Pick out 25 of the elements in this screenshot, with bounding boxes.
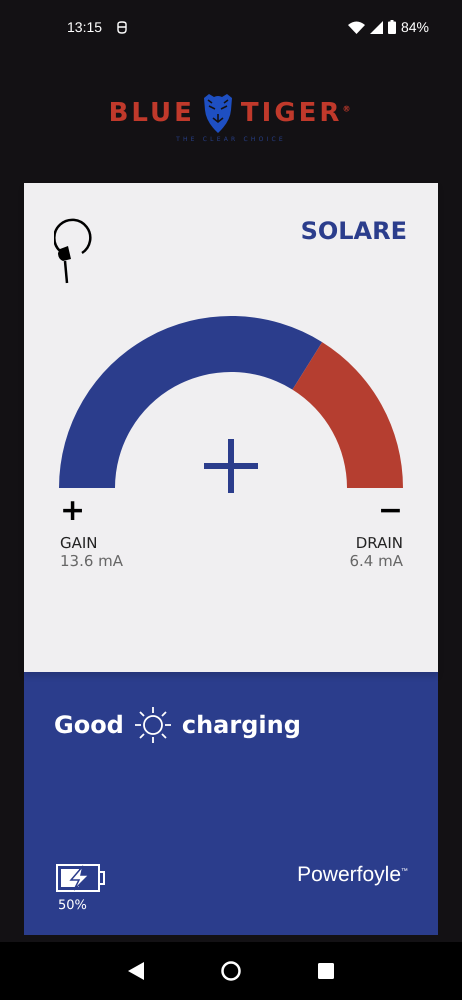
battery-percent: 50% [57, 898, 87, 913]
plus-sign: + [60, 494, 86, 528]
drain-reading: 6.4 mA [350, 552, 403, 570]
device-title: SOLARE [300, 217, 407, 245]
wifi-icon [348, 20, 365, 34]
gain-reading: 13.6 mA [60, 552, 124, 570]
charging-battery-icon [56, 864, 106, 892]
status-word: charging [182, 711, 301, 739]
signal-icon [370, 20, 383, 34]
minus-sign: − [378, 494, 403, 528]
plus-icon [204, 439, 258, 493]
notification-icon [117, 20, 128, 34]
brand-name: BLUE [108, 98, 195, 128]
sun-icon [134, 706, 172, 744]
drain-label: DRAIN [356, 534, 403, 552]
battery-icon [388, 20, 396, 34]
maker-logo: Powerfoyle$^{™}$ [297, 863, 408, 887]
battery-percent: 84% [400, 19, 429, 35]
clock: 13:15 [67, 19, 102, 35]
gain-label: GAIN [60, 534, 98, 552]
recents-button[interactable] [318, 963, 334, 979]
status-word: Good [54, 711, 124, 739]
brand-name: TIGER$^{®}$ [240, 98, 354, 128]
back-button[interactable] [128, 962, 144, 980]
home-button[interactable] [220, 961, 241, 981]
